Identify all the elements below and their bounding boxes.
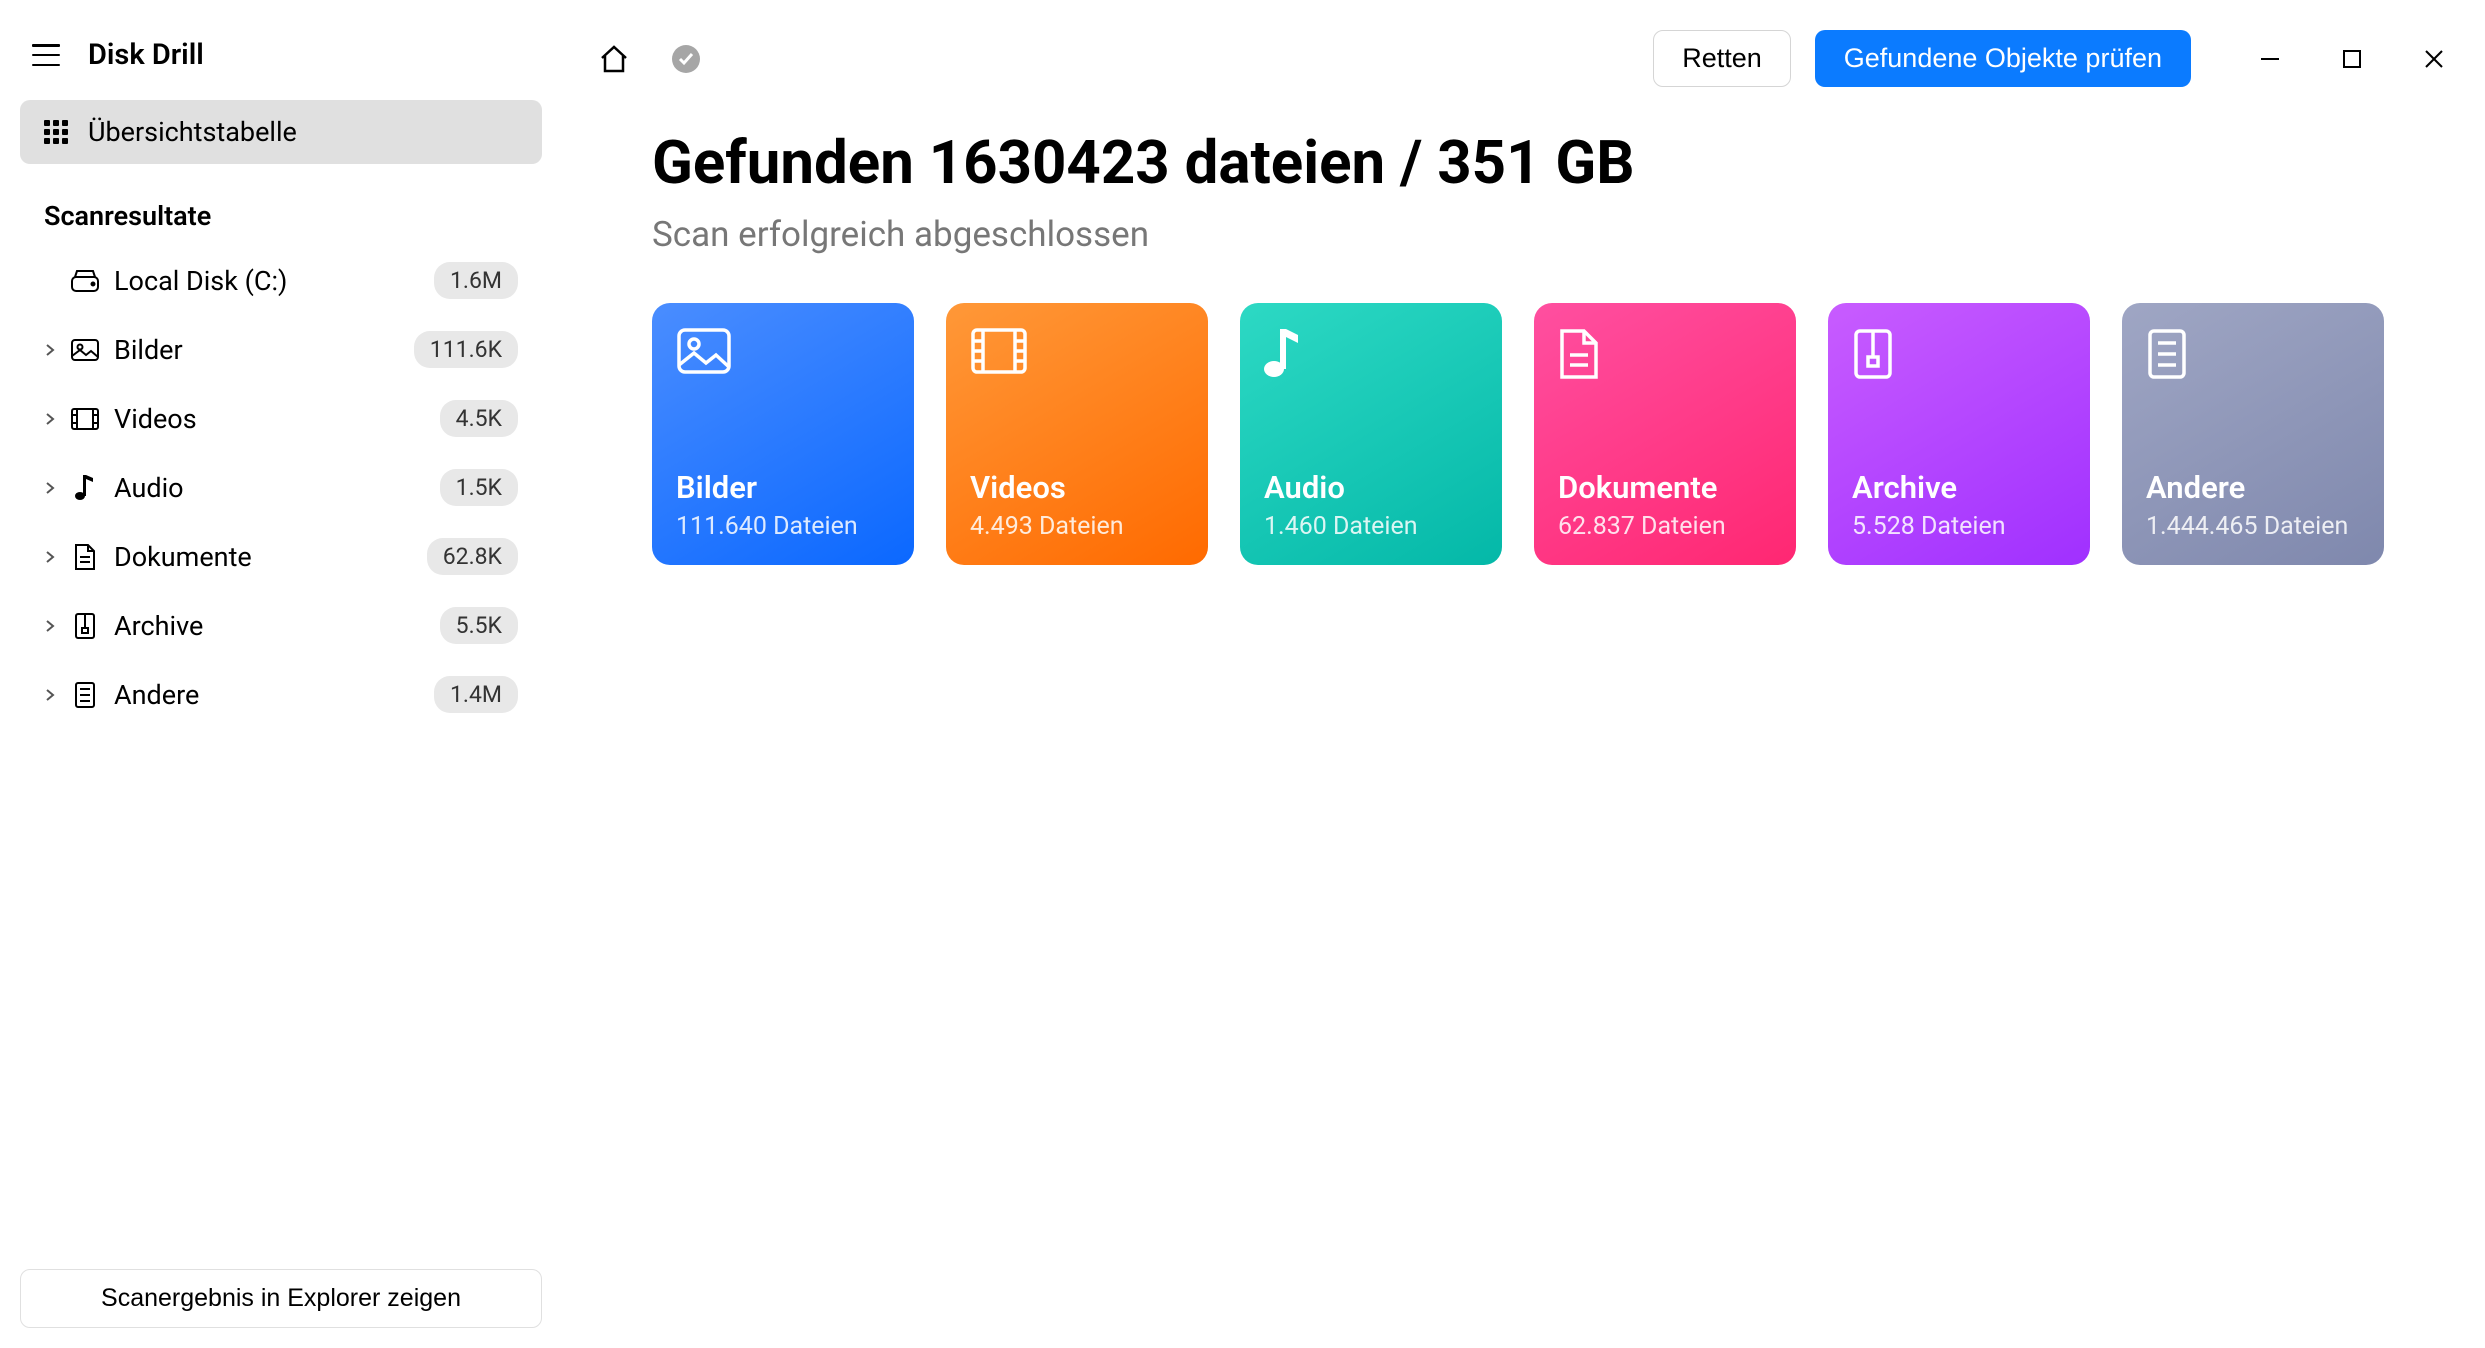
tile-bilder[interactable]: Bilder 111.640 Dateien — [652, 303, 914, 565]
other-icon — [70, 681, 100, 709]
sidebar-item-videos[interactable]: Videos 4.5K — [20, 384, 542, 453]
tree-count: 62.8K — [427, 538, 518, 575]
tile-title: Videos — [970, 469, 1184, 506]
app-title: Disk Drill — [88, 38, 204, 72]
tree-count: 111.6K — [414, 331, 518, 368]
window-controls — [2255, 44, 2449, 74]
maximize-icon[interactable] — [2337, 44, 2367, 74]
tile-title: Bilder — [676, 469, 890, 506]
chevron-right-icon — [44, 412, 56, 426]
chevron-right-icon — [44, 343, 56, 357]
sidebar: Disk Drill Übersichtstabelle Scanresulta… — [0, 0, 562, 1348]
home-icon[interactable] — [598, 44, 630, 74]
tile-count: 111.640 Dateien — [676, 512, 890, 541]
summary-headline: Gefunden 1630423 dateien / 351 GB — [652, 127, 2449, 198]
sidebar-footer: Scanergebnis in Explorer zeigen — [20, 1269, 542, 1328]
review-found-button[interactable]: Gefundene Objekte prüfen — [1815, 30, 2191, 87]
save-button[interactable]: Retten — [1653, 30, 1791, 87]
tile-archive[interactable]: Archive 5.528 Dateien — [1828, 303, 2090, 565]
scan-summary: Gefunden 1630423 dateien / 351 GB Scan e… — [598, 127, 2449, 255]
video-icon — [970, 327, 1184, 375]
tile-title: Archive — [1852, 469, 2066, 506]
tree-label: Videos — [114, 403, 426, 435]
sidebar-item-disk[interactable]: Local Disk (C:) 1.6M — [20, 246, 542, 315]
sidebar-section-title: Scanresultate — [20, 188, 542, 246]
tile-count: 62.837 Dateien — [1558, 512, 1772, 541]
tree-label: Dokumente — [114, 541, 413, 573]
tile-count: 1.444.465 Dateien — [2146, 512, 2360, 541]
sidebar-item-bilder[interactable]: Bilder 111.6K — [20, 315, 542, 384]
tree-label: Archive — [114, 610, 426, 642]
audio-icon — [70, 475, 100, 501]
tile-count: 4.493 Dateien — [970, 512, 1184, 541]
document-icon — [70, 543, 100, 571]
archive-icon — [70, 612, 100, 640]
chevron-right-icon — [44, 550, 56, 564]
sidebar-item-archive[interactable]: Archive 5.5K — [20, 591, 542, 660]
sidebar-header: Disk Drill — [20, 20, 542, 100]
checkmark-status-icon — [672, 45, 700, 73]
tile-title: Andere — [2146, 469, 2360, 506]
chevron-right-icon — [44, 481, 56, 495]
tree-label: Andere — [114, 679, 420, 711]
tile-videos[interactable]: Videos 4.493 Dateien — [946, 303, 1208, 565]
grid-icon — [44, 120, 68, 144]
chevron-right-icon — [44, 619, 56, 633]
sidebar-item-andere[interactable]: Andere 1.4M — [20, 660, 542, 729]
topbar: Retten Gefundene Objekte prüfen — [598, 20, 2449, 127]
show-in-explorer-button[interactable]: Scanergebnis in Explorer zeigen — [20, 1269, 542, 1328]
sidebar-item-audio[interactable]: Audio 1.5K — [20, 453, 542, 522]
category-tiles: Bilder 111.640 Dateien Videos 4.493 Date… — [598, 303, 2449, 565]
menu-icon[interactable] — [32, 44, 60, 66]
document-icon — [1558, 327, 1772, 381]
audio-icon — [1264, 327, 1478, 379]
tile-dokumente[interactable]: Dokumente 62.837 Dateien — [1534, 303, 1796, 565]
disk-icon — [70, 270, 100, 292]
sidebar-item-overview[interactable]: Übersichtstabelle — [20, 100, 542, 164]
tree-label: Audio — [114, 472, 426, 504]
chevron-right-icon — [44, 688, 56, 702]
other-icon — [2146, 327, 2360, 381]
video-icon — [70, 408, 100, 430]
summary-subline: Scan erfolgreich abgeschlossen — [652, 214, 2449, 255]
archive-icon — [1852, 327, 2066, 381]
tree-count: 1.5K — [440, 469, 518, 506]
overview-label: Übersichtstabelle — [88, 116, 297, 148]
tree-label: Local Disk (C:) — [114, 265, 420, 297]
tree-count: 5.5K — [440, 607, 518, 644]
sidebar-item-dokumente[interactable]: Dokumente 62.8K — [20, 522, 542, 591]
tile-title: Dokumente — [1558, 469, 1772, 506]
tree-label: Bilder — [114, 334, 400, 366]
close-icon[interactable] — [2419, 44, 2449, 74]
tree-count: 1.6M — [434, 262, 518, 299]
tree-count: 1.4M — [434, 676, 518, 713]
tile-title: Audio — [1264, 469, 1478, 506]
tree-count: 4.5K — [440, 400, 518, 437]
minimize-icon[interactable] — [2255, 44, 2285, 74]
image-icon — [70, 339, 100, 361]
tile-count: 1.460 Dateien — [1264, 512, 1478, 541]
tile-audio[interactable]: Audio 1.460 Dateien — [1240, 303, 1502, 565]
image-icon — [676, 327, 890, 375]
tile-andere[interactable]: Andere 1.444.465 Dateien — [2122, 303, 2384, 565]
tile-count: 5.528 Dateien — [1852, 512, 2066, 541]
main-content: Retten Gefundene Objekte prüfen Gefunden… — [562, 0, 2485, 1348]
